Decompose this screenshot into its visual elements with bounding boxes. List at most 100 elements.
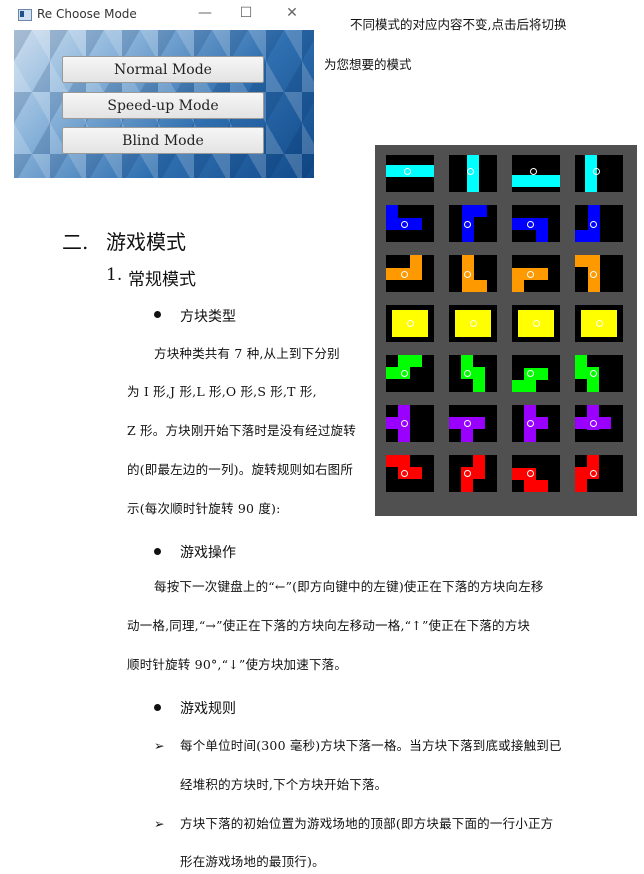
pivot-icon [401,221,408,228]
block-square [398,355,422,367]
block-types-line-4: 的(即最左边的一列)。旋转规则如右图所 [127,462,354,477]
note-line-2: 为您想要的模式 [324,57,412,72]
block-t-rotation-0 [386,405,434,442]
block-square [575,355,587,379]
block-square [575,467,587,492]
operation-line-1: 每按下一次键盘上的“←”(即方向键中的左键)使正在下落的方块向左移 [154,579,544,594]
pivot-icon [464,470,471,477]
pivot-icon [527,271,534,278]
block-square [512,175,560,187]
block-j-rotation-3 [575,205,623,242]
mode-window: Re Choose Mode — ☐ ✕ Normal Mode Speed-u… [14,0,314,178]
minimize-icon[interactable]: — [195,5,215,21]
block-i-rotation-2 [512,155,560,192]
block-square [536,417,548,429]
block-square [512,268,524,292]
bullet-dot [154,311,161,318]
block-s-rotation-1 [449,355,497,392]
pivot-icon [464,370,471,377]
block-square [410,255,422,273]
rule-marker-icon: ➢ [154,816,165,831]
rule-2-line-1: 方块下落的初始位置为游戏场地的顶部(即方块最下面的一行小正方 [180,816,554,831]
pivot-icon [401,370,408,377]
block-t-rotation-2 [512,405,560,442]
speedup-mode-button[interactable]: Speed-up Mode [62,92,264,119]
rule-1-line-2: 经堆积的方块时,下个方块开始下落。 [180,777,388,792]
block-types-line-3: Z 形。方块刚开始下落时是没有经过旋转 [127,423,356,438]
pivot-icon [404,168,411,175]
block-z-rotation-0 [386,455,434,492]
block-square [575,230,588,242]
window-title: Re Choose Mode [37,7,137,21]
block-j-rotation-2 [512,205,560,242]
bullet-dot [154,704,161,711]
subsection-title: 常规模式 [128,270,196,290]
block-j-rotation-0 [386,205,434,242]
note-line-1: 不同模式的对应内容不变,点击后将切换 [350,17,567,32]
block-s-rotation-2 [512,355,560,392]
block-o-rotation-0 [386,305,434,342]
block-square [575,255,588,267]
pivot-icon [527,370,534,377]
pivot-icon [527,221,534,228]
blind-mode-button[interactable]: Blind Mode [62,127,264,154]
pivot-icon [464,420,471,427]
block-z-rotation-1 [449,455,497,492]
pivot-icon [593,168,600,175]
block-j-rotation-1 [449,205,497,242]
block-t-rotation-3 [575,405,623,442]
pivot-icon [401,470,408,477]
operation-line-3: 顺时针旋转 90°,“↓”使方块加速下落。 [127,657,348,672]
operation-heading: 游戏操作 [180,545,236,561]
app-icon [18,9,32,21]
block-square [536,218,548,242]
block-i-rotation-3 [575,155,623,192]
block-l-rotation-1 [449,255,497,292]
section-title: 游戏模式 [106,230,186,254]
block-types-line-1: 方块种类共有 7 种,从上到下分别 [154,346,340,361]
pivot-icon [596,320,603,327]
rule-1-line-1: 每个单位时间(300 毫秒)方块下落一格。当方块下落到底或接触到已 [180,738,562,753]
normal-mode-button[interactable]: Normal Mode [62,56,264,83]
block-o-rotation-2 [512,305,560,342]
section-number: 二. [62,230,89,254]
block-o-rotation-3 [575,305,623,342]
pivot-icon [590,221,597,228]
block-l-rotation-2 [512,255,560,292]
block-types-line-5: 示(每次顺时针旋转 90 度): [127,501,281,516]
block-types-line-2: 为 I 形,J 形,L 形,O 形,S 形,T 形, [127,384,317,399]
pivot-icon [470,320,477,327]
block-square [512,380,536,392]
rule-marker-icon: ➢ [154,738,165,753]
pivot-icon [533,320,540,327]
block-square [473,367,485,392]
block-square [474,205,487,217]
rules-heading: 游戏规则 [180,701,236,717]
pivot-icon [590,470,597,477]
pivot-icon [401,271,408,278]
pivot-icon [467,168,474,175]
pivot-icon [530,168,537,175]
subsection-number: 1. [106,265,123,285]
pivot-icon [407,320,414,327]
block-i-rotation-1 [449,155,497,192]
maximize-icon[interactable]: ☐ [236,5,256,21]
pivot-icon [590,370,597,377]
block-o-rotation-1 [449,305,497,342]
block-types-heading: 方块类型 [180,309,236,325]
close-icon[interactable]: ✕ [282,5,302,21]
block-rotation-figure [375,145,637,516]
bullet-dot [154,548,161,555]
pivot-icon [590,420,597,427]
pivot-icon [590,271,597,278]
operation-line-2: 动一格,同理,“→”使正在下落的方块向左移动一格,“↑”使正在下落的方块 [127,618,531,633]
pivot-icon [401,420,408,427]
pivot-icon [464,221,471,228]
block-i-rotation-0 [386,155,434,192]
block-s-rotation-3 [575,355,623,392]
block-l-rotation-3 [575,255,623,292]
pivot-icon [464,271,471,278]
block-square [473,455,485,479]
block-l-rotation-0 [386,255,434,292]
pivot-icon [527,470,534,477]
